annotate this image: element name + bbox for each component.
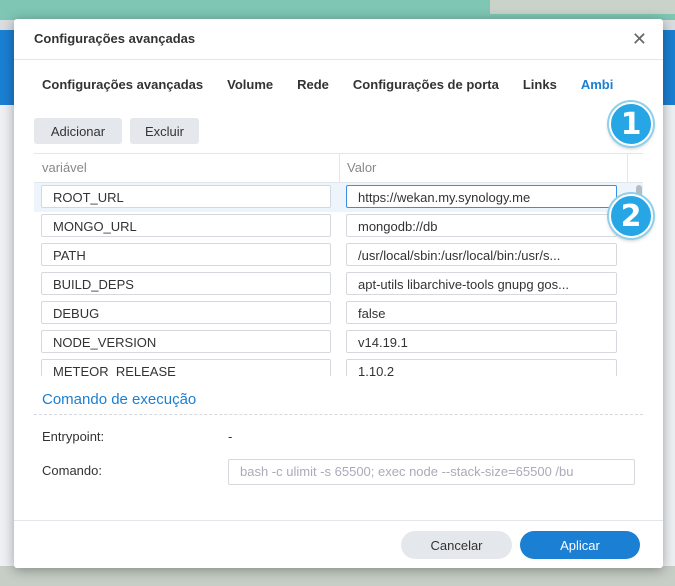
- column-divider: [627, 154, 628, 182]
- add-button[interactable]: Adicionar: [34, 118, 122, 144]
- variable-input[interactable]: ROOT_URL: [41, 185, 331, 208]
- table-row[interactable]: METEOR_RELEASE 1.10.2: [34, 357, 643, 376]
- footer-divider: [14, 520, 663, 521]
- value-input[interactable]: apt-utils libarchive-tools gnupg gos...: [346, 272, 617, 295]
- table-row[interactable]: DEBUG false: [34, 299, 643, 328]
- table-row[interactable]: PATH /usr/local/sbin:/usr/local/bin:/usr…: [34, 241, 643, 270]
- value-input[interactable]: /usr/local/sbin:/usr/local/bin:/usr/s...: [346, 243, 617, 266]
- step-badge-2: 2: [609, 194, 653, 238]
- tab-links[interactable]: Links: [523, 77, 557, 92]
- execution-section-title: Comando de execução: [42, 391, 197, 408]
- tab-network[interactable]: Rede: [297, 77, 329, 92]
- variable-input[interactable]: BUILD_DEPS: [41, 272, 331, 295]
- delete-button[interactable]: Excluir: [130, 118, 199, 144]
- title-divider: [14, 59, 663, 60]
- value-input[interactable]: 1.10.2: [346, 359, 617, 376]
- table-row[interactable]: BUILD_DEPS apt-utils libarchive-tools gn…: [34, 270, 643, 299]
- advanced-settings-dialog: Configurações avançadas ✕ Configurações …: [14, 19, 663, 568]
- command-input[interactable]: bash -c ulimit -s 65500; exec node --sta…: [228, 459, 635, 485]
- value-input[interactable]: v14.19.1: [346, 330, 617, 353]
- header-value: Valor: [347, 160, 377, 175]
- apply-button[interactable]: Aplicar: [520, 531, 640, 559]
- close-icon[interactable]: ✕: [632, 29, 647, 49]
- entrypoint-label: Entrypoint:: [42, 429, 105, 444]
- column-divider: [339, 154, 340, 182]
- table-row[interactable]: NODE_VERSION v14.19.1: [34, 328, 643, 357]
- variable-input[interactable]: MONGO_URL: [41, 214, 331, 237]
- tab-port-settings[interactable]: Configurações de porta: [353, 77, 499, 92]
- tab-bar: Configurações avançadas Volume Rede Conf…: [42, 77, 637, 92]
- step-badge-1: 1: [609, 102, 653, 146]
- tab-volume[interactable]: Volume: [227, 77, 273, 92]
- value-input[interactable]: https://wekan.my.synology.me: [346, 185, 617, 208]
- table-row[interactable]: MONGO_URL mongodb://db: [34, 212, 643, 241]
- section-divider: [34, 414, 643, 415]
- background-top-right: [490, 0, 675, 14]
- variable-input[interactable]: METEOR_RELEASE: [41, 359, 331, 376]
- environment-table: variável Valor ROOT_URL https://wekan.my…: [34, 153, 643, 376]
- tab-environment[interactable]: Ambi: [581, 77, 614, 92]
- variable-input[interactable]: PATH: [41, 243, 331, 266]
- table-row[interactable]: ROOT_URL https://wekan.my.synology.me: [34, 183, 643, 212]
- cancel-button[interactable]: Cancelar: [401, 531, 512, 559]
- header-variable: variável: [42, 160, 87, 175]
- variable-input[interactable]: DEBUG: [41, 301, 331, 324]
- command-label: Comando:: [42, 463, 102, 478]
- tab-advanced-settings[interactable]: Configurações avançadas: [42, 77, 203, 92]
- value-input[interactable]: mongodb://db: [346, 214, 617, 237]
- value-input[interactable]: false: [346, 301, 617, 324]
- dialog-title: Configurações avançadas: [34, 31, 196, 46]
- entrypoint-value: -: [228, 429, 233, 444]
- variable-input[interactable]: NODE_VERSION: [41, 330, 331, 353]
- background-bottom: [0, 566, 675, 586]
